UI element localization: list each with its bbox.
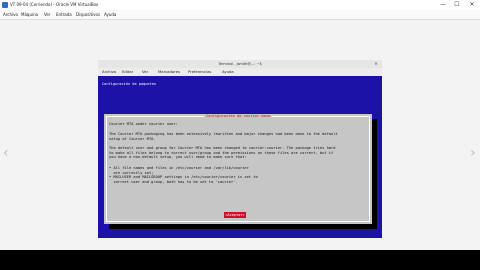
terminal-screen[interactable]: Configuración de paquetes Configuración … — [98, 76, 382, 238]
menu-archivo[interactable]: Archivo — [3, 10, 18, 19]
menu-ver[interactable]: Ver — [44, 10, 51, 19]
menu-ayuda[interactable]: Ayuda — [104, 10, 116, 19]
guest-menu-archivo[interactable]: Archivo — [102, 68, 116, 76]
guest-menu-editar[interactable]: Editar — [122, 68, 133, 76]
dialog-heading: Courier MTA under courier user: — [109, 122, 178, 126]
dialog-bullet-line4: correct user and group, both has to be s… — [109, 179, 238, 184]
guest-menu-bar: Archivo Editar Ver Marcadores Preferenci… — [98, 68, 382, 76]
maximize-button[interactable]: ☐ — [450, 0, 464, 10]
guest-close-button[interactable]: ✕ — [372, 60, 380, 68]
dialog-title: Configuración de courier-base — [204, 114, 273, 119]
virtualbox-icon — [2, 2, 8, 8]
menu-maquina[interactable]: Máquina — [21, 10, 38, 19]
host-title-bar: VT 09-04 (Corriendo) - Oracle VM Virtual… — [0, 0, 480, 10]
minimize-button[interactable]: — — [436, 0, 450, 10]
menu-dispositivos[interactable]: Dispositivos — [76, 10, 100, 19]
host-menu-bar: Archivo Máquina Ver Entrada Dispositivos… — [0, 10, 480, 20]
host-window-title: VT 09-04 (Corriendo) - Oracle VM Virtual… — [10, 2, 99, 7]
guest-menu-preferencias[interactable]: Preferencias — [188, 68, 211, 76]
next-arrow-icon[interactable]: › — [470, 146, 476, 160]
virtualbox-window: VT 09-04 (Corriendo) - Oracle VM Virtual… — [0, 0, 480, 250]
dialog-para1-line2: setup of Courier MTA. — [109, 136, 156, 141]
guest-menu-ayuda[interactable]: Ayuda — [222, 68, 234, 76]
dialog-para2-line3: you have a non-default setup, you will n… — [109, 155, 247, 160]
guest-window-title: Terminal - jsmith@...: ~$ — [98, 60, 382, 68]
guest-terminal-window: Terminal - jsmith@...: ~$ ✕ Archivo Edit… — [98, 60, 382, 238]
menu-entrada[interactable]: Entrada — [56, 10, 72, 19]
guest-menu-ver[interactable]: Ver — [142, 68, 148, 76]
ok-button[interactable]: <Aceptar> — [224, 212, 246, 218]
package-config-label: Configuración de paquetes — [102, 82, 157, 86]
previous-arrow-icon[interactable]: ‹ — [3, 146, 9, 160]
guest-menu-marcadores[interactable]: Marcadores — [158, 68, 180, 76]
close-button[interactable]: ✕ — [465, 0, 479, 10]
debconf-dialog: Configuración de courier-base Courier MT… — [104, 114, 372, 224]
